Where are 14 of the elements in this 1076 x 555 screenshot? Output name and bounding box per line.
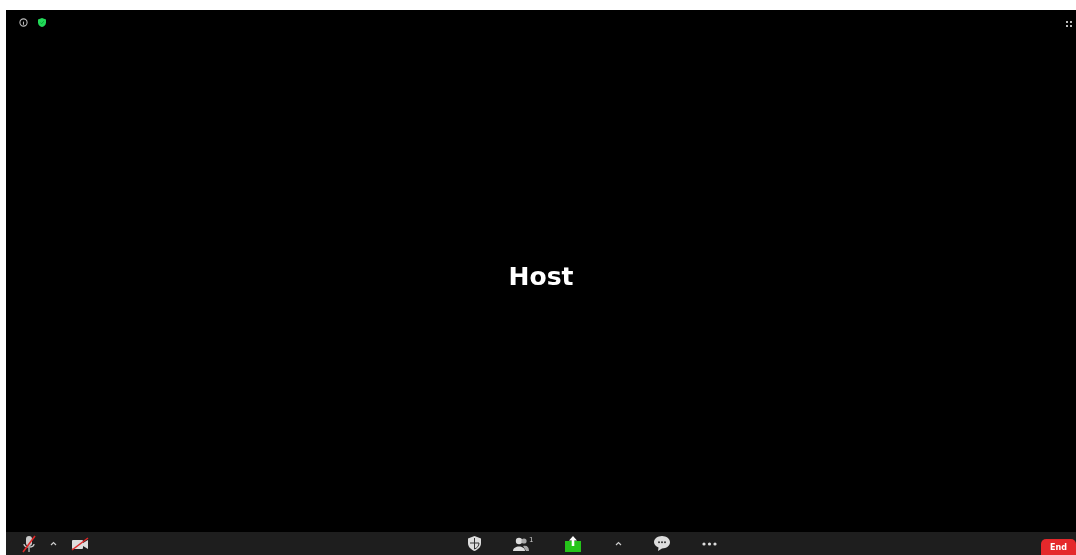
share-screen-icon[interactable] (565, 535, 582, 552)
chat-icon[interactable] (654, 536, 671, 551)
info-icon[interactable] (19, 18, 28, 27)
caret-icon[interactable] (50, 541, 57, 546)
caret-icon[interactable] (615, 541, 623, 546)
end-button[interactable]: End (1041, 539, 1076, 555)
people-icon[interactable] (513, 536, 529, 551)
participant-name: Host (508, 261, 574, 291)
grid-icon[interactable] (1066, 21, 1072, 27)
more-icon[interactable] (702, 541, 718, 546)
shield-icon[interactable] (468, 536, 481, 551)
shield-icon[interactable] (38, 18, 46, 27)
camera-icon[interactable] (71, 536, 89, 551)
microphone-icon[interactable] (22, 534, 36, 553)
